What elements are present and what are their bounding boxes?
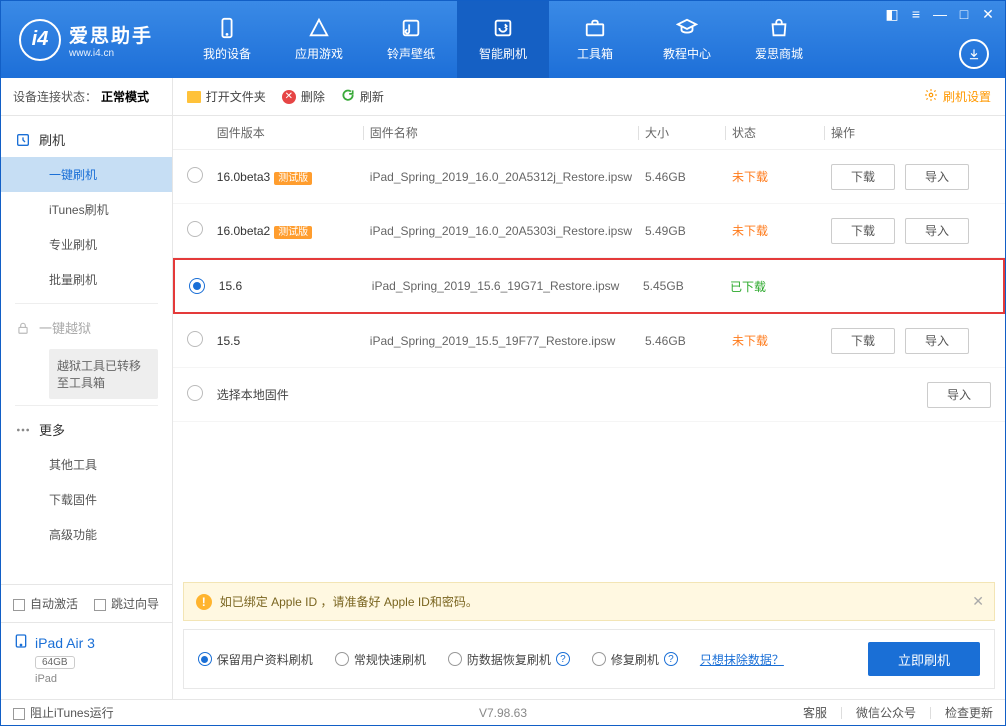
close-icon[interactable]: ✕ xyxy=(977,5,999,23)
header-name: 固件名称 xyxy=(370,124,632,141)
toolbar: 打开文件夹 ✕删除 刷新 刷机设置 xyxy=(173,78,1005,116)
device-panel[interactable]: iPad Air 3 64GB iPad xyxy=(1,622,172,699)
import-button[interactable]: 导入 xyxy=(905,328,969,354)
refresh-icon xyxy=(341,88,355,105)
firmware-row[interactable]: 15.5 iPad_Spring_2019_15.5_19F77_Restore… xyxy=(173,314,1005,368)
flash-settings-button[interactable]: 刷机设置 xyxy=(924,88,991,105)
auto-activate-checkbox[interactable]: 自动激活 xyxy=(13,595,78,612)
main-nav: 我的设备 应用游戏 铃声壁纸 智能刷机 工具箱 教程中心 爱思商城 xyxy=(181,1,825,78)
header-size: 大小 xyxy=(645,124,719,141)
apple-id-alert: ! 如已绑定 Apple ID ，请准备好 Apple ID和密码。 ✕ xyxy=(183,582,995,621)
nav-toolbox[interactable]: 工具箱 xyxy=(549,1,641,78)
delete-button[interactable]: ✕删除 xyxy=(282,88,325,105)
nav-ringtones[interactable]: 铃声壁纸 xyxy=(365,1,457,78)
status-bar: 阻止iTunes运行 V7.98.63 客服 微信公众号 检查更新 xyxy=(1,699,1005,725)
connection-status: 设备连接状态： 正常模式 xyxy=(1,78,172,116)
check-update-link[interactable]: 检查更新 xyxy=(945,704,993,721)
app-header: i4 爱思助手 www.i4.cn 我的设备 应用游戏 铃声壁纸 智能刷机 工具… xyxy=(1,1,1005,78)
block-itunes-checkbox[interactable]: 阻止iTunes运行 xyxy=(13,704,114,721)
wechat-link[interactable]: 微信公众号 xyxy=(856,704,916,721)
option-keep-data[interactable]: 保留用户资料刷机 xyxy=(198,651,313,668)
flash-options: 保留用户资料刷机 常规快速刷机 防数据恢复刷机? 修复刷机? 只想抹除数据？ 立… xyxy=(183,629,995,689)
minimize-icon[interactable]: — xyxy=(929,5,951,23)
more-icon xyxy=(15,422,31,438)
device-capacity: 64GB xyxy=(35,656,75,669)
flash-icon xyxy=(15,132,31,148)
header-ops: 操作 xyxy=(831,124,991,141)
header-version: 固件版本 xyxy=(217,124,357,141)
sidebar-item-download-firmware[interactable]: 下载固件 xyxy=(1,482,172,517)
sidebar-group-jailbreak: 一键越狱 xyxy=(1,310,172,345)
flash-now-button[interactable]: 立即刷机 xyxy=(868,642,980,676)
nav-my-device[interactable]: 我的设备 xyxy=(181,1,273,78)
sidebar-item-advanced[interactable]: 高级功能 xyxy=(1,517,172,552)
sidebar-group-flash[interactable]: 刷机 xyxy=(1,122,172,157)
jailbreak-moved-notice[interactable]: 越狱工具已转移至工具箱 xyxy=(49,349,158,399)
firmware-row[interactable]: 16.0beta2测试版 iPad_Spring_2019_16.0_20A53… xyxy=(173,204,1005,258)
local-firmware-row[interactable]: 选择本地固件 导入 xyxy=(173,368,1005,422)
table-header: 固件版本 固件名称 大小 状态 操作 xyxy=(173,116,1005,150)
logo-area: i4 爱思助手 www.i4.cn xyxy=(1,19,171,61)
download-button[interactable]: 下载 xyxy=(831,328,895,354)
firmware-row-selected[interactable]: 15.6 iPad_Spring_2019_15.6_19G71_Restore… xyxy=(173,258,1005,314)
help-icon[interactable]: ? xyxy=(664,652,678,666)
skin-icon[interactable]: ◧ xyxy=(881,5,903,23)
main-content: 打开文件夹 ✕删除 刷新 刷机设置 固件版本 固件名称 大小 状态 操作 16.… xyxy=(173,78,1005,699)
row-radio[interactable] xyxy=(187,167,203,183)
row-radio[interactable] xyxy=(189,278,205,294)
sidebar-item-batch-flash[interactable]: 批量刷机 xyxy=(1,262,172,297)
window-controls: ◧ ≡ — □ ✕ xyxy=(881,5,999,23)
lock-icon xyxy=(15,320,31,336)
import-button[interactable]: 导入 xyxy=(905,164,969,190)
help-icon[interactable]: ? xyxy=(556,652,570,666)
row-radio[interactable] xyxy=(187,331,203,347)
nav-tutorials[interactable]: 教程中心 xyxy=(641,1,733,78)
refresh-button[interactable]: 刷新 xyxy=(341,88,384,105)
option-normal[interactable]: 常规快速刷机 xyxy=(335,651,426,668)
sidebar: 设备连接状态： 正常模式 刷机 一键刷机 iTunes刷机 专业刷机 批量刷机 … xyxy=(1,78,173,699)
skip-wizard-checkbox[interactable]: 跳过向导 xyxy=(94,595,159,612)
menu-icon[interactable]: ≡ xyxy=(905,5,927,23)
sidebar-item-itunes-flash[interactable]: iTunes刷机 xyxy=(1,192,172,227)
download-manager-icon[interactable] xyxy=(959,39,989,69)
sidebar-group-more[interactable]: 更多 xyxy=(1,412,172,447)
logo-icon: i4 xyxy=(19,19,61,61)
app-version: V7.98.63 xyxy=(479,706,527,720)
option-repair[interactable]: 修复刷机? xyxy=(592,651,678,668)
download-button[interactable]: 下载 xyxy=(831,218,895,244)
sidebar-options: 自动激活 跳过向导 xyxy=(1,584,172,622)
tablet-icon xyxy=(13,633,29,652)
sidebar-item-pro-flash[interactable]: 专业刷机 xyxy=(1,227,172,262)
device-type: iPad xyxy=(35,673,160,685)
open-folder-button[interactable]: 打开文件夹 xyxy=(187,88,266,105)
app-name: 爱思助手 xyxy=(69,21,153,48)
nav-apps[interactable]: 应用游戏 xyxy=(273,1,365,78)
option-recovery[interactable]: 防数据恢复刷机? xyxy=(448,651,570,668)
delete-icon: ✕ xyxy=(282,90,296,104)
download-button[interactable]: 下载 xyxy=(831,164,895,190)
row-radio[interactable] xyxy=(187,385,203,401)
row-radio[interactable] xyxy=(187,221,203,237)
maximize-icon[interactable]: □ xyxy=(953,5,975,23)
import-button[interactable]: 导入 xyxy=(905,218,969,244)
warning-icon: ! xyxy=(196,594,212,610)
app-url: www.i4.cn xyxy=(69,48,153,59)
folder-icon xyxy=(187,91,201,103)
erase-data-link[interactable]: 只想抹除数据？ xyxy=(700,651,784,668)
sidebar-item-one-click-flash[interactable]: 一键刷机 xyxy=(1,157,172,192)
alert-close-icon[interactable]: ✕ xyxy=(972,593,984,610)
support-link[interactable]: 客服 xyxy=(803,704,827,721)
import-button[interactable]: 导入 xyxy=(927,382,991,408)
gear-icon xyxy=(924,88,938,105)
nav-store[interactable]: 爱思商城 xyxy=(733,1,825,78)
firmware-row[interactable]: 16.0beta3测试版 iPad_Spring_2019_16.0_20A53… xyxy=(173,150,1005,204)
nav-flash[interactable]: 智能刷机 xyxy=(457,1,549,78)
header-status: 状态 xyxy=(732,124,818,141)
sidebar-item-other-tools[interactable]: 其他工具 xyxy=(1,447,172,482)
